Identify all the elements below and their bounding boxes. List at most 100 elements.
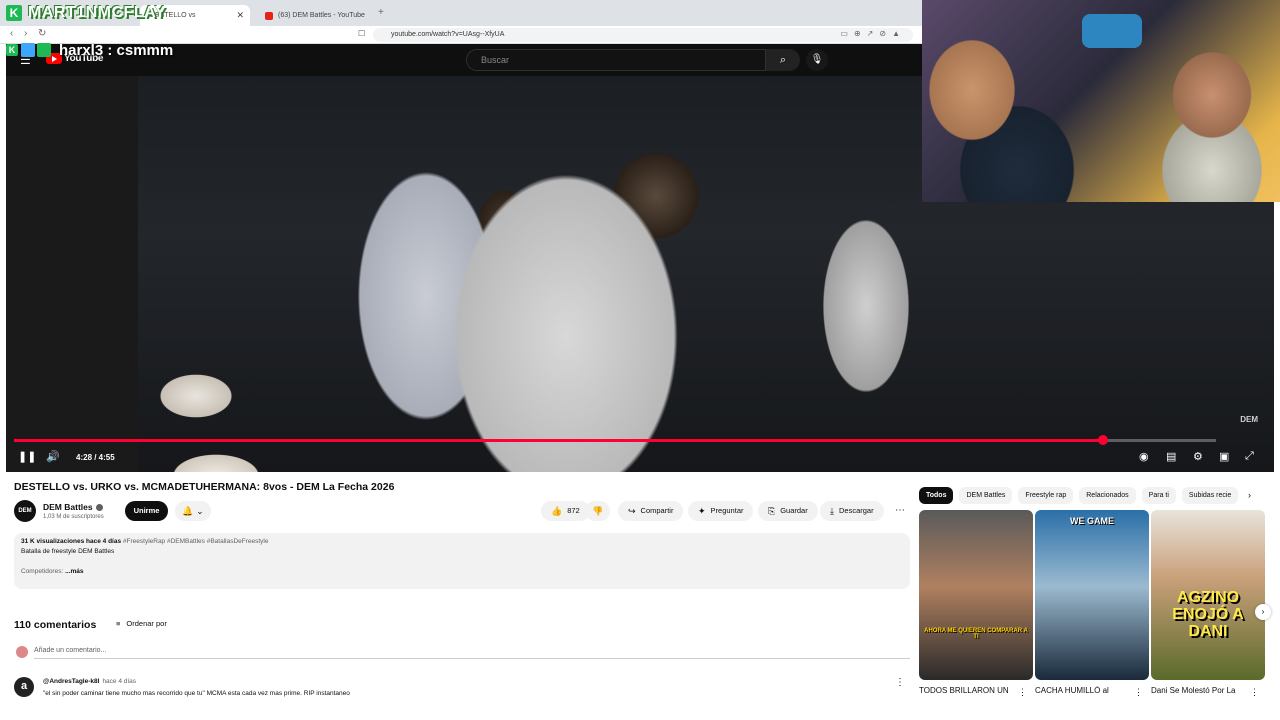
thumbnail-caption: AHORA ME QUIEREN COMPARAR A TI (924, 628, 1028, 640)
video-letterbox (6, 76, 138, 472)
chip-subidas-recientes[interactable]: Subidas recie (1181, 487, 1239, 504)
description-box[interactable]: 31 K visualizaciones hace 4 días #Freest… (14, 533, 910, 589)
badge-icon (21, 43, 35, 57)
save-button[interactable]: ⎘ Guardar (758, 501, 818, 521)
microphone-icon[interactable]: 🎙 (806, 49, 828, 71)
dislike-button[interactable]: 👎 (585, 501, 611, 521)
search-input[interactable]: Buscar (466, 49, 766, 71)
miniplayer-icon[interactable]: ▣ (1219, 450, 1229, 463)
kick-logo-icon: K (6, 5, 22, 21)
more-vert-icon[interactable]: ⋮ (1018, 687, 1027, 698)
pause-icon[interactable]: ❚❚ (18, 450, 36, 463)
ask-label: Preguntar (710, 506, 744, 515)
fullscreen-icon[interactable]: ⤢ (1245, 450, 1254, 463)
chip-para-ti[interactable]: Para ti (1141, 487, 1176, 504)
plus-icon[interactable]: + (378, 7, 384, 18)
chevron-right-icon[interactable]: › (1255, 604, 1271, 620)
join-button[interactable]: Unirme (125, 501, 168, 521)
chat-overlay: K harxl3 : csmmm (6, 42, 173, 59)
ask-button[interactable]: ✦ Preguntar (688, 501, 754, 521)
comment-author[interactable]: @AndresTagle-k8l (43, 678, 99, 685)
chip-todos[interactable]: Todos (919, 487, 954, 504)
description-meta-row: 31 K visualizaciones hace 4 días #Freest… (21, 538, 903, 545)
sort-label: Ordenar por (126, 619, 167, 628)
comments-count: 110 comentarios (14, 619, 97, 631)
sort-by-button[interactable]: ≡ Ordenar por (116, 619, 167, 628)
comment-menu-icon[interactable]: ⋮ (895, 677, 905, 688)
close-icon[interactable]: ✕ (236, 10, 244, 21)
download-button[interactable]: ⤓ Descargar (820, 501, 884, 521)
show-more-link[interactable]: ...más (65, 568, 83, 575)
more-vert-icon[interactable]: ⋮ (1250, 687, 1259, 698)
youtube-favicon-icon (265, 11, 273, 20)
hashtags[interactable]: #FreestyleRap #DEMBattles #BatallasDeFre… (123, 538, 269, 545)
chip-dem-battles[interactable]: DEM Battles (959, 487, 1013, 504)
description-more-row: Competidores: ...más (21, 568, 903, 575)
share-button[interactable]: ↪ Compartir (618, 501, 684, 521)
reload-icon[interactable]: ↻ (38, 28, 46, 39)
subtitles-icon[interactable]: ▤ (1166, 450, 1176, 463)
description-line: Competidores: (21, 568, 64, 575)
share-icon: ↪ (628, 506, 636, 516)
sort-icon: ≡ (116, 619, 121, 628)
search-icon[interactable]: ⌕ (766, 49, 800, 71)
related-video-thumbnail[interactable]: WE GAME (1035, 510, 1149, 680)
webcam-overlay (922, 0, 1280, 202)
channel-avatar[interactable]: DEM (14, 500, 36, 522)
user-avatar (16, 646, 28, 658)
related-video-thumbnail[interactable]: AGZINO ENOJÓ A DANI (1151, 510, 1265, 680)
chevron-down-icon: ⌄ (196, 506, 204, 516)
like-count: 872 (567, 506, 580, 515)
comment-time[interactable]: hace 4 días (102, 678, 136, 685)
notification-bell-button[interactable]: 🔔 ⌄ (175, 501, 211, 521)
related-video-title[interactable]: CACHA HUMILLÓ al (1035, 686, 1130, 695)
share-label: Compartir (640, 506, 674, 515)
time-display: 4:28 / 4:55 (76, 453, 115, 462)
kick-logo-icon: K (6, 44, 18, 56)
bookmark-icon[interactable]: ☐ (358, 29, 365, 38)
channel-name[interactable]: DEM Battles (43, 502, 93, 512)
related-video-title[interactable]: TODOS BRILLARON UN (919, 686, 1014, 695)
extension-icons[interactable]: ▭⊕↗⊘▲ (840, 29, 906, 38)
like-button[interactable]: 👍 872 (541, 501, 590, 521)
url-field[interactable]: youtube.com/watch?v=UAsg--XfyUA (373, 28, 913, 42)
related-video-title[interactable]: Dani Se Molestó Por La (1151, 686, 1246, 695)
chevron-right-icon[interactable]: › (1248, 490, 1251, 500)
progress-bar[interactable] (14, 435, 1216, 445)
thumbnail-caption: WE GAME (1070, 516, 1114, 526)
filter-chips: Todos DEM Battles Freestyle rap Relacion… (919, 487, 1261, 505)
comment-avatar[interactable]: a (14, 677, 34, 697)
sparkle-icon: ✦ (698, 506, 706, 516)
comment-text: "el sin poder caminar tiene mucho mas re… (43, 690, 350, 697)
video-watermark: DEM (1240, 415, 1258, 424)
volume-icon[interactable]: 🔊 (46, 450, 60, 463)
progress-fill (14, 439, 1103, 442)
channel-name-row[interactable]: DEM Battles (43, 502, 103, 512)
browser-tab-youtube[interactable]: (63) DEM Battles - YouTube (255, 5, 375, 26)
chip-relacionados[interactable]: Relacionados (1079, 487, 1136, 504)
chip-freestyle-rap[interactable]: Freestyle rap (1018, 487, 1074, 504)
bell-icon: 🔔 (182, 506, 194, 516)
badge-icon (37, 43, 51, 57)
description-line: Batalla de freestyle DEM Battles (21, 548, 115, 555)
progress-scrubber[interactable] (1097, 435, 1108, 445)
download-icon: ⤓ (830, 506, 834, 516)
thumbs-up-icon: 👍 (551, 506, 563, 516)
thumbnail-caption: AGZINO ENOJÓ A DANI (1172, 589, 1244, 640)
streamer-name: MART1NMCFLAY (28, 4, 166, 21)
view-count-date: 31 K visualizaciones hace 4 días (21, 538, 122, 545)
comment-header: @AndresTagle-k8l hace 4 días (43, 678, 136, 685)
back-icon[interactable]: ‹ (10, 28, 13, 39)
more-vert-icon[interactable]: ⋮ (1134, 687, 1143, 698)
add-comment-input[interactable]: Añade un comentario... (34, 647, 910, 659)
related-video-thumbnail[interactable]: AHORA ME QUIEREN COMPARAR A TI (919, 510, 1033, 680)
tab-title: (63) DEM Battles - YouTube (278, 12, 365, 19)
neon-sign-logo (1082, 14, 1142, 48)
autoplay-toggle-icon[interactable]: ◉ (1139, 450, 1149, 463)
video-title: DESTELLO vs. URKO vs. MCMADETUHERMANA: 8… (14, 481, 395, 493)
more-actions-icon[interactable]: ⋯ (890, 501, 910, 521)
forward-icon[interactable]: › (24, 28, 27, 39)
download-label: Descargar (838, 506, 874, 515)
settings-icon[interactable]: ⚙ (1193, 450, 1203, 463)
thumbs-down-icon: 👎 (592, 506, 604, 516)
